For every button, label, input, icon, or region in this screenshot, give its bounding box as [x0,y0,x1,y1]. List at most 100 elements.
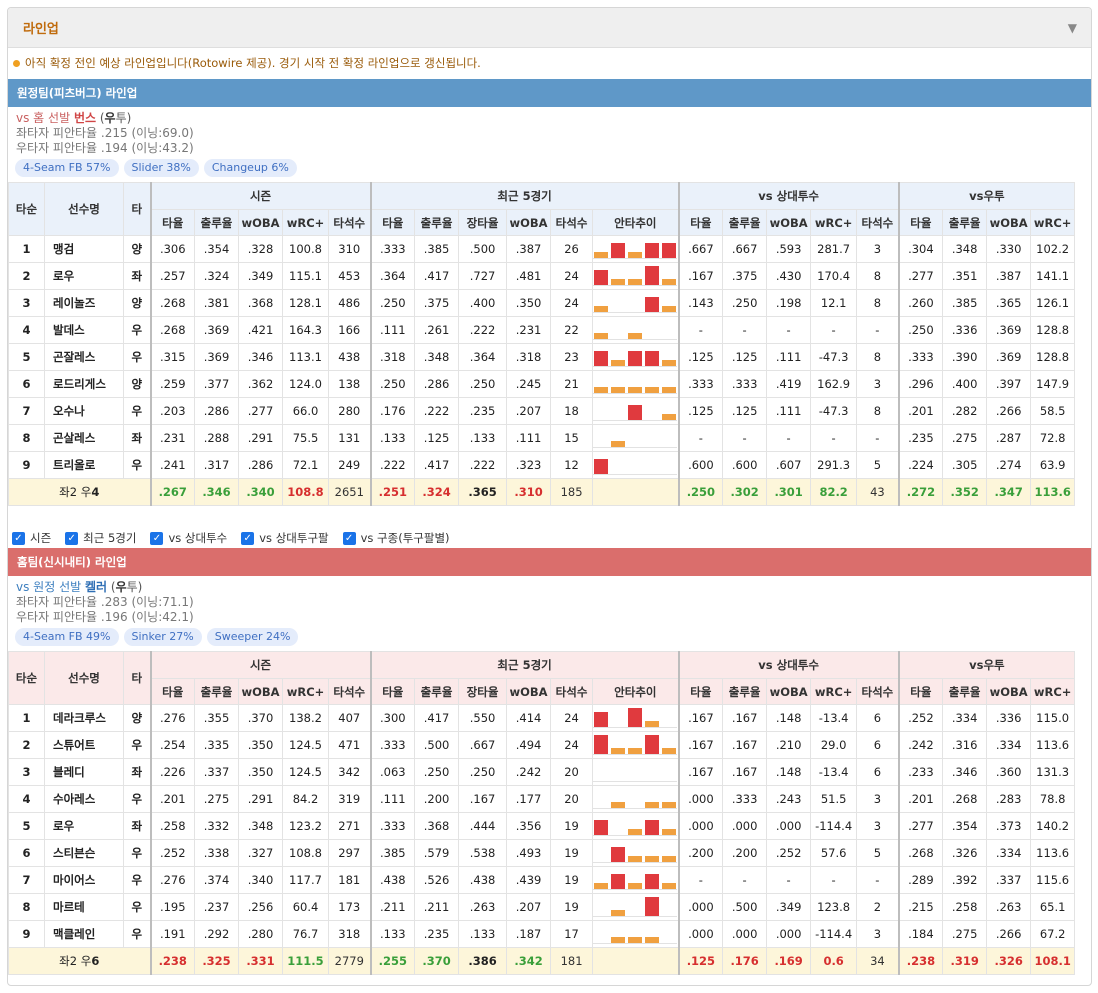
header-col[interactable]: 출루율 [722,209,768,236]
header-col[interactable]: 안타추이 [592,678,680,705]
header-col[interactable]: wRC+ [282,209,329,236]
player-name[interactable]: 마르테 [44,893,124,921]
header-col[interactable]: wRC+ [282,678,329,705]
header-col[interactable]: 타율 [369,678,416,705]
header-col[interactable]: 타석수 [327,209,372,236]
player-name[interactable]: 로우 [44,262,124,290]
stat-cell: .252 [766,839,812,867]
checkbox-checked-icon[interactable]: ✓ [241,531,255,545]
header-col[interactable]: wRC+ [810,678,858,705]
stat-cell: .276 [149,866,195,894]
player-name[interactable]: 발데스 [44,316,124,344]
header-col[interactable]: wOBA [766,209,812,236]
pitcher-name[interactable]: 켈러 [85,580,107,594]
header-col[interactable]: 장타율 [458,209,508,236]
header-col[interactable]: wOBA [766,678,812,705]
toggle-checkbox[interactable]: ✓ 시즌 [12,530,51,546]
stat-cell: 65.1 [1030,893,1076,921]
header-col[interactable]: 타석수 [550,209,594,236]
total-cell: .310 [506,478,552,506]
header-col[interactable]: 타율 [677,678,724,705]
header-col[interactable]: wOBA [238,678,283,705]
header-col[interactable]: wOBA [986,209,1032,236]
player-name[interactable]: 로드리게스 [44,370,124,398]
hit-trend-cell [592,262,680,290]
header-col[interactable]: wOBA [506,678,552,705]
toggle-checkbox[interactable]: ✓ vs 상대투수 [150,530,227,546]
panel-header[interactable]: 라인업 ▼ [8,8,1091,48]
player-name[interactable]: 맹검 [44,235,124,263]
header-col[interactable]: 타율 [897,678,944,705]
header-col[interactable]: 타석수 [856,678,900,705]
header-col[interactable]: 타율 [897,209,944,236]
header-col[interactable]: 출루율 [194,678,239,705]
pitch-tag[interactable]: Sweeper 24% [206,628,299,646]
header-col[interactable]: wOBA [238,209,283,236]
pitch-tag[interactable]: 4-Seam FB 49% [15,628,119,646]
header-col[interactable]: 타율 [149,678,195,705]
away-table-wrap[interactable]: 타순 선수명 타 시즌 최근 5경기 vs 상대투수 vs우투 타율 출루율 wOBA wRC+ 타석… [8,182,1091,506]
checkbox-checked-icon[interactable]: ✓ [12,531,25,545]
player-name[interactable]: 곤잘레스 [44,343,124,371]
collapse-caret-icon[interactable]: ▼ [1068,21,1077,35]
toggle-checkbox[interactable]: ✓ vs 구종(투구팔별) [342,530,450,546]
header-col[interactable]: wOBA [506,209,552,236]
checkbox-checked-icon[interactable]: ✓ [65,531,79,545]
header-col[interactable]: wOBA [986,678,1032,705]
header-col[interactable]: 출루율 [194,209,239,236]
header-col[interactable]: 출루율 [414,209,460,236]
batting-order: 9 [8,920,45,948]
stat-cell: 19 [550,839,594,867]
player-name[interactable]: 로우 [44,812,124,840]
stat-cell: .419 [766,370,812,398]
header-col[interactable]: 타석수 [856,209,900,236]
player-name[interactable]: 수아레스 [44,785,124,813]
table-row: 8 마르테 우 .195.237.256 60.4 173.211.211.263.207… [8,893,1076,921]
header-col[interactable]: 장타율 [458,678,508,705]
hand-suffix: 투) [115,111,132,125]
toggle-checkbox[interactable]: ✓ vs 상대투구팔 [241,530,329,546]
stat-cell: .350 [238,731,283,759]
checkbox-checked-icon[interactable]: ✓ [342,531,356,545]
checkbox-checked-icon[interactable]: ✓ [150,531,164,545]
pitcher-name[interactable]: 번스 [74,111,96,125]
player-name[interactable]: 데라크루스 [44,704,124,732]
pitch-tag[interactable]: Slider 38% [123,159,199,177]
header-col[interactable]: 출루율 [942,209,988,236]
toggle-checkbox[interactable]: ✓ 최근 5경기 [65,530,136,546]
pitch-tag[interactable]: Changeup 6% [203,159,297,177]
stat-cell: .354 [194,235,239,263]
header-col[interactable]: wRC+ [1030,209,1076,236]
player-name[interactable]: 스티븐슨 [44,839,124,867]
pitch-tag[interactable]: Sinker 27% [123,628,202,646]
header-col[interactable]: 타율 [149,209,195,236]
stat-cell: 123.2 [282,812,329,840]
header-col[interactable]: 타석수 [550,678,594,705]
player-name[interactable]: 스튜어트 [44,731,124,759]
sparkline-bar [611,910,626,916]
stat-cell: .260 [897,289,944,317]
player-name[interactable]: 마이어스 [44,866,124,894]
header-col[interactable]: 출루율 [414,678,460,705]
player-name[interactable]: 트리올로 [44,451,124,479]
header-col[interactable]: 타석수 [327,678,372,705]
header-col[interactable]: wRC+ [1030,678,1076,705]
player-name[interactable]: 블레디 [44,758,124,786]
home-table-wrap[interactable]: 타순 선수명 타 시즌 최근 5경기 vs 상대투수 vs우투 타율 출루율 wOBA wRC+ 타석… [8,651,1091,975]
stat-cell: .167 [677,758,724,786]
pitch-tag[interactable]: 4-Seam FB 57% [15,159,119,177]
total-cell: .267 [149,478,195,506]
header-col[interactable]: 타율 [677,209,724,236]
bat-hand: 우 [123,866,151,894]
player-name[interactable]: 맥클레인 [44,920,124,948]
player-name[interactable]: 오수나 [44,397,124,425]
stat-cell: .338 [194,839,239,867]
header-col[interactable]: 타율 [369,209,416,236]
player-name[interactable]: 레이놀즈 [44,289,124,317]
header-col[interactable]: wRC+ [810,209,858,236]
header-col[interactable]: 출루율 [722,678,768,705]
header-col[interactable]: 안타추이 [592,209,680,236]
player-name[interactable]: 곤살레스 [44,424,124,452]
stat-cell: 131 [327,424,372,452]
header-col[interactable]: 출루율 [942,678,988,705]
